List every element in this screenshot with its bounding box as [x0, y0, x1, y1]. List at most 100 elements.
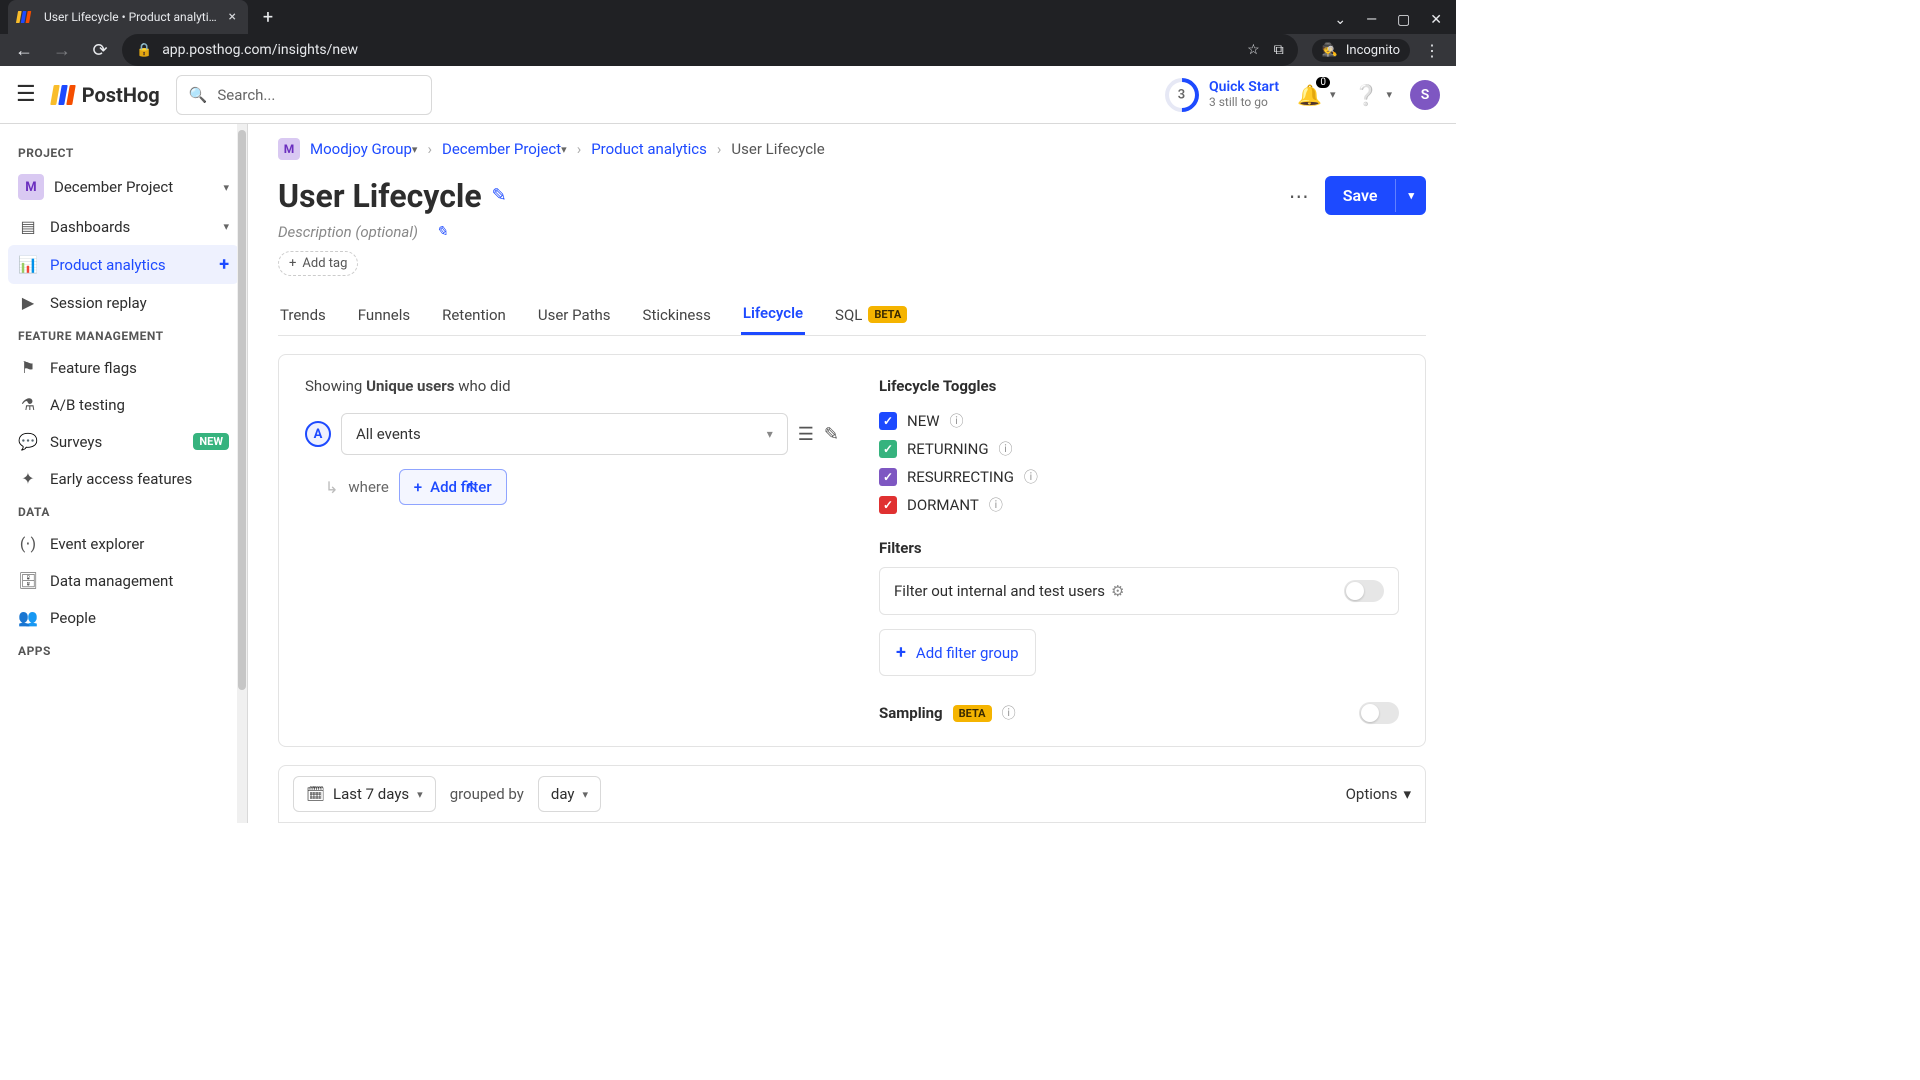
tab-retention[interactable]: Retention [440, 294, 508, 335]
chevron-right-icon: › [717, 140, 722, 158]
notification-badge: 0 [1316, 77, 1330, 88]
search-input[interactable]: 🔍 Search... [176, 75, 432, 115]
menu-icon[interactable]: ☰ [16, 82, 36, 107]
close-window-icon[interactable]: ✕ [1430, 12, 1442, 28]
flag-icon: ⚑ [18, 358, 38, 377]
project-selector[interactable]: M December Project ▾ [8, 166, 239, 208]
tab-lifecycle[interactable]: Lifecycle [741, 294, 805, 335]
toggle-new[interactable]: ✓ NEW ⓘ [879, 407, 1399, 435]
add-filter-button[interactable]: + Add filter ↖ [399, 469, 507, 505]
star-icon[interactable]: ☆ [1247, 42, 1260, 58]
sidebar-item-label: Data management [50, 572, 173, 590]
chevron-down-icon[interactable]: ▾ [1330, 88, 1336, 101]
info-icon[interactable]: ⓘ [950, 411, 964, 431]
edit-icon[interactable]: ✎ [436, 224, 448, 240]
add-filter-group-button[interactable]: + Add filter group [879, 629, 1036, 676]
help-icon: ❔ [1354, 83, 1379, 107]
date-range-selector[interactable]: 🗓 Last 7 days ▾ [293, 776, 436, 812]
info-icon[interactable]: ⓘ [1024, 467, 1038, 487]
tab-sql[interactable]: SQL BETA [833, 294, 909, 335]
chevron-down-icon[interactable]: ▾ [223, 220, 229, 233]
toggle-switch[interactable] [1359, 702, 1399, 724]
filter-icon[interactable]: ☰ [798, 424, 814, 445]
tab-user-paths[interactable]: User Paths [536, 294, 613, 335]
avatar[interactable]: S [1410, 80, 1440, 110]
edit-icon[interactable]: ✎ [824, 424, 839, 445]
sidebar-item-feature-flags[interactable]: ⚑ Feature flags [8, 349, 239, 386]
sidebar-item-event-explorer[interactable]: (⋅) Event explorer [8, 525, 239, 562]
reload-button[interactable]: ⟳ [84, 34, 116, 66]
tab-funnels[interactable]: Funnels [356, 294, 412, 335]
sidebar-item-data-management[interactable]: 🗄 Data management [8, 562, 239, 599]
info-icon[interactable]: ⓘ [1002, 703, 1016, 723]
more-icon[interactable]: ⋯ [1289, 184, 1311, 208]
scrollbar-thumb[interactable] [238, 130, 246, 690]
back-button[interactable]: ← [8, 34, 40, 66]
chevron-down-icon[interactable]: ▾ [1386, 88, 1392, 101]
sidebar-item-early-access[interactable]: ✦ Early access features [8, 460, 239, 497]
kebab-icon[interactable]: ⋮ [1424, 41, 1440, 60]
sidebar-item-product-analytics[interactable]: 📊 Product analytics + [8, 245, 239, 284]
add-tag-button[interactable]: + Add tag [278, 251, 358, 276]
breadcrumb-project[interactable]: December Project [442, 140, 561, 158]
info-icon[interactable]: ⓘ [999, 439, 1013, 459]
sidebar-item-dashboards[interactable]: ▤ Dashboards ▾ [8, 208, 239, 245]
toggle-returning[interactable]: ✓ RETURNING ⓘ [879, 435, 1399, 463]
options-button[interactable]: Options ▾ [1346, 785, 1411, 803]
chevron-down-icon[interactable]: ▾ [223, 181, 229, 194]
chevron-down-icon[interactable]: ▾ [1395, 179, 1426, 212]
plus-icon[interactable]: + [219, 254, 229, 275]
notifications-button[interactable]: 🔔 0 [1297, 83, 1322, 107]
interval-selector[interactable]: day ▾ [538, 776, 601, 812]
options-label: Options [1346, 785, 1398, 803]
sidebar-item-ab-testing[interactable]: ⚗ A/B testing [8, 386, 239, 423]
install-icon[interactable]: ⧉ [1274, 42, 1284, 58]
toggle-dormant[interactable]: ✓ DORMANT ⓘ [879, 491, 1399, 519]
breadcrumb-org[interactable]: Moodjoy Group [310, 140, 412, 158]
date-range-label: Last 7 days [333, 785, 409, 803]
sidebar-item-surveys[interactable]: 💬 Surveys NEW [8, 423, 239, 460]
toggle-switch[interactable] [1344, 580, 1384, 602]
save-button[interactable]: Save ▾ [1325, 176, 1426, 215]
description-field[interactable]: Description (optional) ✎ [278, 223, 1426, 241]
checkbox-checked-icon[interactable]: ✓ [879, 496, 897, 514]
beta-badge: BETA [868, 306, 907, 323]
tab-title: User Lifecycle • Product analytics [44, 10, 221, 24]
brand-logo[interactable]: PostHog [52, 83, 160, 107]
toggles-title: Lifecycle Toggles [879, 377, 1399, 395]
chevron-down-icon[interactable]: ▾ [412, 143, 418, 156]
info-icon[interactable]: ⓘ [989, 495, 1003, 515]
event-selector[interactable]: All events ▾ [341, 413, 788, 455]
chevron-down-icon[interactable]: ▾ [561, 143, 567, 156]
flask-icon: ⚗ [18, 395, 38, 414]
edit-icon[interactable]: ✎ [492, 185, 507, 206]
browser-tab[interactable]: User Lifecycle • Product analytics × [8, 0, 248, 34]
checkbox-checked-icon[interactable]: ✓ [879, 412, 897, 430]
toggle-resurrecting[interactable]: ✓ RESURRECTING ⓘ [879, 463, 1399, 491]
sidebar-item-people[interactable]: 👥 People [8, 599, 239, 636]
forward-button[interactable]: → [46, 34, 78, 66]
incognito-indicator[interactable]: 🕵️ Incognito [1312, 39, 1410, 62]
close-icon[interactable]: × [229, 9, 236, 25]
help-button[interactable]: ❔ [1354, 83, 1379, 107]
maximize-icon[interactable]: ▢ [1397, 12, 1410, 28]
address-bar[interactable]: 🔒 app.posthog.com/insights/new ☆ ⧉ [122, 34, 1298, 66]
incognito-icon: 🕵️ [1322, 43, 1338, 58]
tab-trends[interactable]: Trends [278, 294, 328, 335]
breadcrumb-area[interactable]: Product analytics [591, 140, 707, 158]
sparkle-icon: ✦ [18, 469, 38, 488]
tab-stickiness[interactable]: Stickiness [641, 294, 713, 335]
sidebar-item-session-replay[interactable]: ▶ Session replay [8, 284, 239, 321]
lock-icon: 🔒 [136, 43, 152, 58]
add-filter-group-label: Add filter group [916, 644, 1019, 662]
gear-icon[interactable]: ⚙ [1111, 582, 1124, 600]
checkbox-checked-icon[interactable]: ✓ [879, 440, 897, 458]
new-tab-button[interactable]: + [254, 3, 282, 31]
chevron-down-icon[interactable]: ⌄ [1334, 12, 1346, 28]
quick-start-button[interactable]: 3 Quick Start 3 still to go [1165, 78, 1279, 112]
scrollbar-track[interactable] [237, 124, 247, 823]
checkbox-checked-icon[interactable]: ✓ [879, 468, 897, 486]
sidebar-item-label: People [50, 609, 96, 627]
minimize-icon[interactable]: — [1366, 12, 1377, 28]
series-badge: A [305, 421, 331, 447]
